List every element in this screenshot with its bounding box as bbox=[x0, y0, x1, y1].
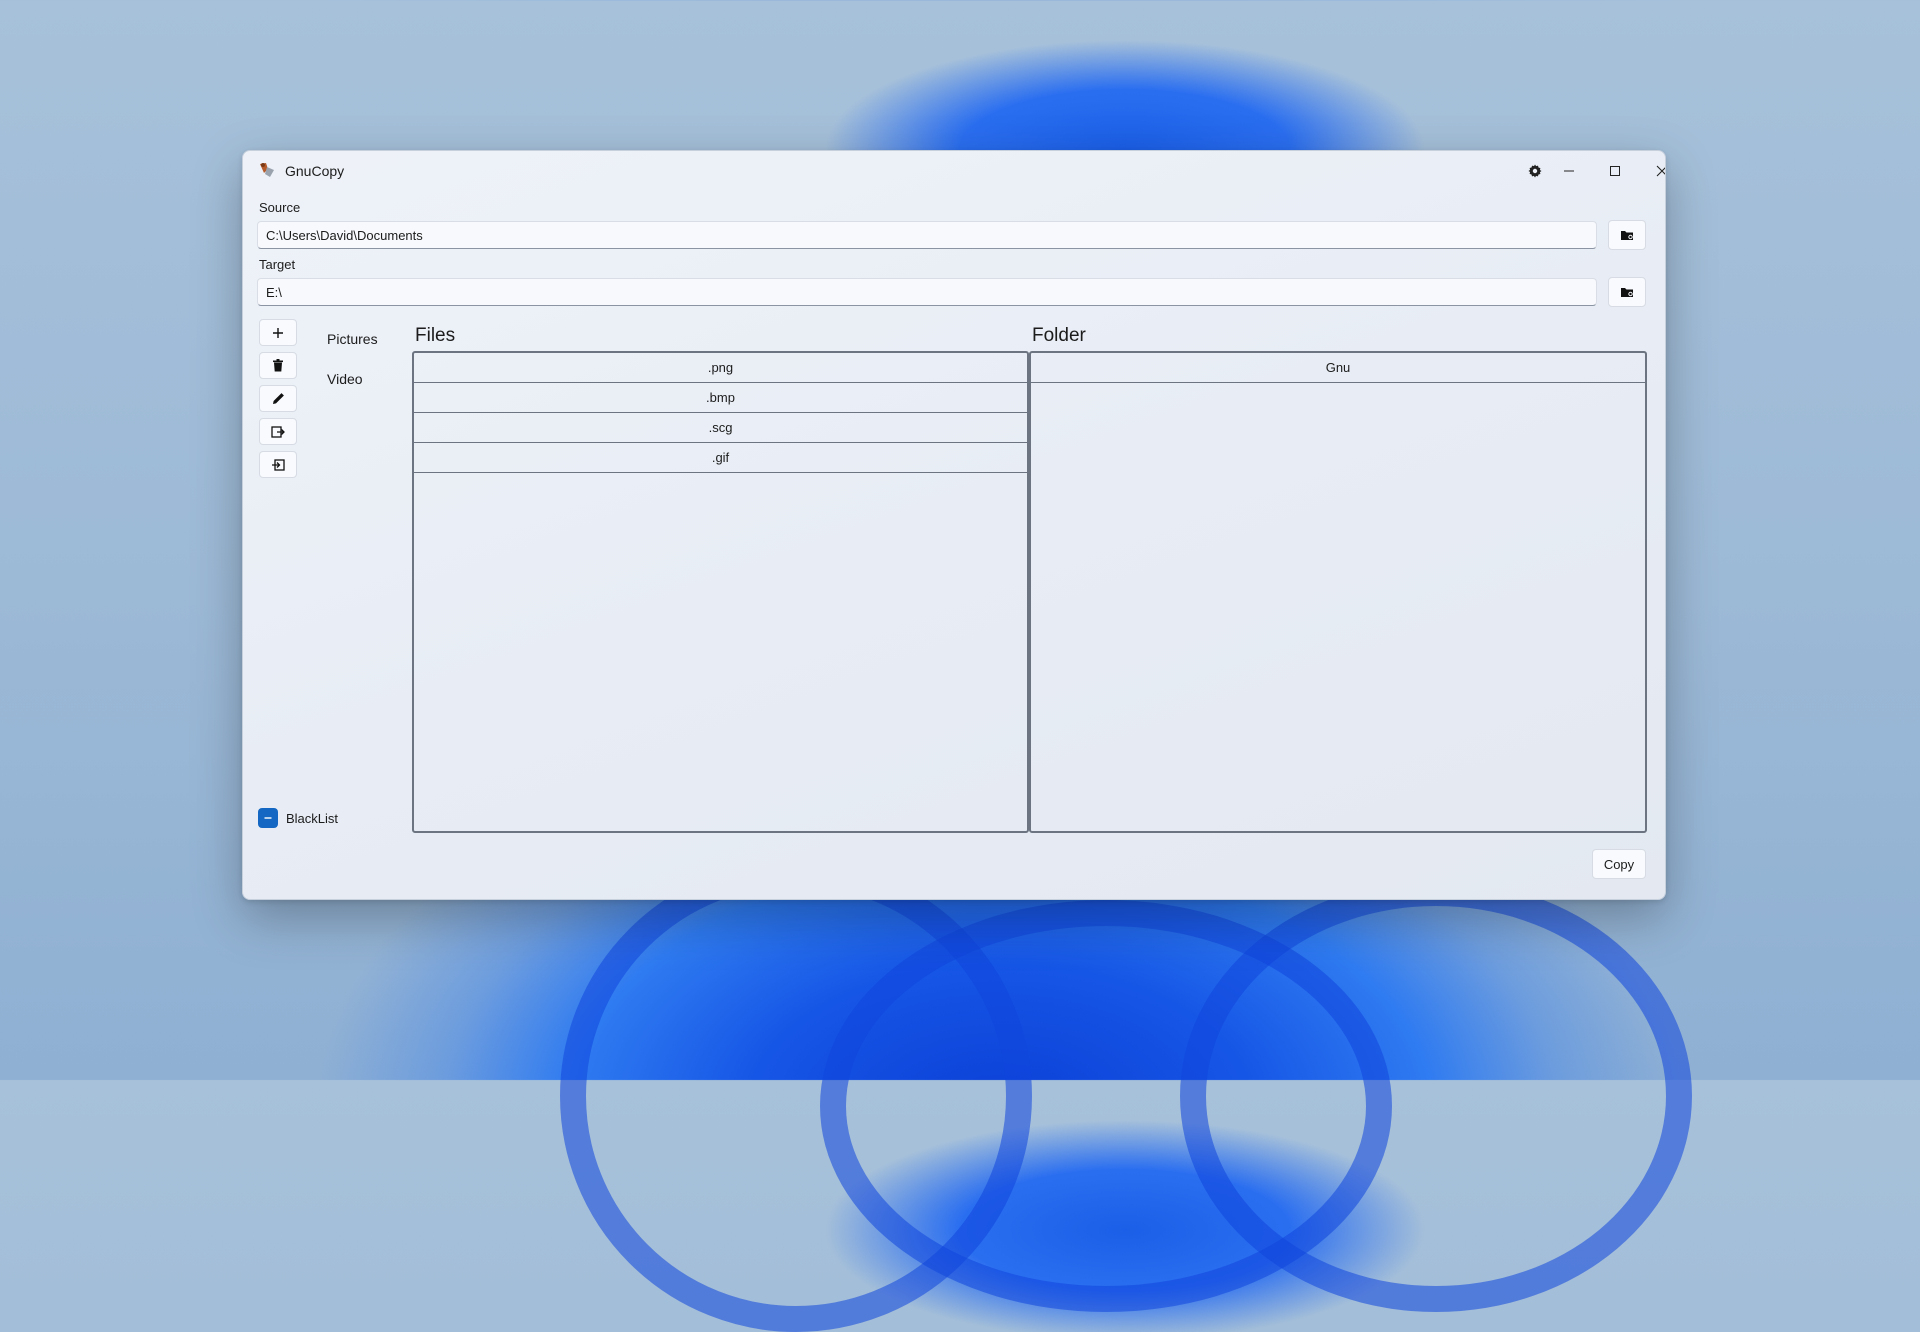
import-icon bbox=[272, 458, 285, 471]
delete-button[interactable] bbox=[259, 352, 297, 379]
target-path-field[interactable]: E:\ bbox=[257, 278, 1597, 306]
wallpaper-swirl bbox=[560, 860, 1032, 1332]
close-icon bbox=[1656, 165, 1665, 177]
trash-icon bbox=[273, 359, 283, 372]
blacklist-checkbox[interactable] bbox=[258, 808, 278, 828]
export-icon bbox=[271, 425, 285, 438]
pencil-icon bbox=[272, 393, 284, 404]
minimize-button[interactable] bbox=[1549, 155, 1589, 187]
gear-icon bbox=[1528, 164, 1542, 178]
maximize-icon bbox=[1610, 166, 1620, 176]
category-item-video[interactable]: Video bbox=[327, 371, 363, 387]
folder-list[interactable]: Gnu bbox=[1029, 351, 1647, 833]
window-title: GnuCopy bbox=[285, 163, 345, 179]
source-browse-button[interactable] bbox=[1608, 220, 1646, 250]
app-window: GnuCopy Source C:\Users\David\Documents … bbox=[242, 150, 1666, 900]
source-path-field[interactable]: C:\Users\David\Documents bbox=[257, 221, 1597, 249]
plus-icon bbox=[273, 327, 283, 338]
category-item-pictures[interactable]: Pictures bbox=[327, 331, 378, 347]
export-button[interactable] bbox=[259, 418, 297, 445]
folder-icon bbox=[1621, 231, 1633, 240]
indeterminate-icon bbox=[264, 817, 272, 819]
close-button[interactable] bbox=[1642, 155, 1665, 187]
file-type-row[interactable]: .scg bbox=[414, 413, 1027, 443]
edit-button[interactable] bbox=[259, 385, 297, 412]
files-title: Files bbox=[415, 325, 456, 346]
wallpaper-swirl bbox=[1180, 880, 1692, 1312]
add-button[interactable] bbox=[259, 319, 297, 346]
title-bar[interactable]: GnuCopy bbox=[243, 151, 1665, 191]
app-logo-icon bbox=[260, 163, 274, 177]
target-label: Target bbox=[259, 257, 296, 272]
folder-title: Folder bbox=[1032, 325, 1086, 346]
target-browse-button[interactable] bbox=[1608, 277, 1646, 307]
file-type-row[interactable]: .png bbox=[414, 353, 1027, 383]
wallpaper-swirl bbox=[820, 900, 1392, 1312]
file-type-row[interactable]: .bmp bbox=[414, 383, 1027, 413]
files-list[interactable]: .png .bmp .scg .gif bbox=[412, 351, 1029, 833]
folder-row[interactable]: Gnu bbox=[1031, 353, 1645, 383]
file-type-row[interactable]: .gif bbox=[414, 443, 1027, 473]
import-button[interactable] bbox=[259, 451, 297, 478]
maximize-button[interactable] bbox=[1595, 155, 1635, 187]
folder-icon bbox=[1621, 288, 1633, 297]
blacklist-label[interactable]: BlackList bbox=[286, 811, 338, 826]
copy-button[interactable]: Copy bbox=[1592, 849, 1646, 879]
source-label: Source bbox=[259, 200, 301, 215]
minimize-icon bbox=[1564, 170, 1574, 172]
